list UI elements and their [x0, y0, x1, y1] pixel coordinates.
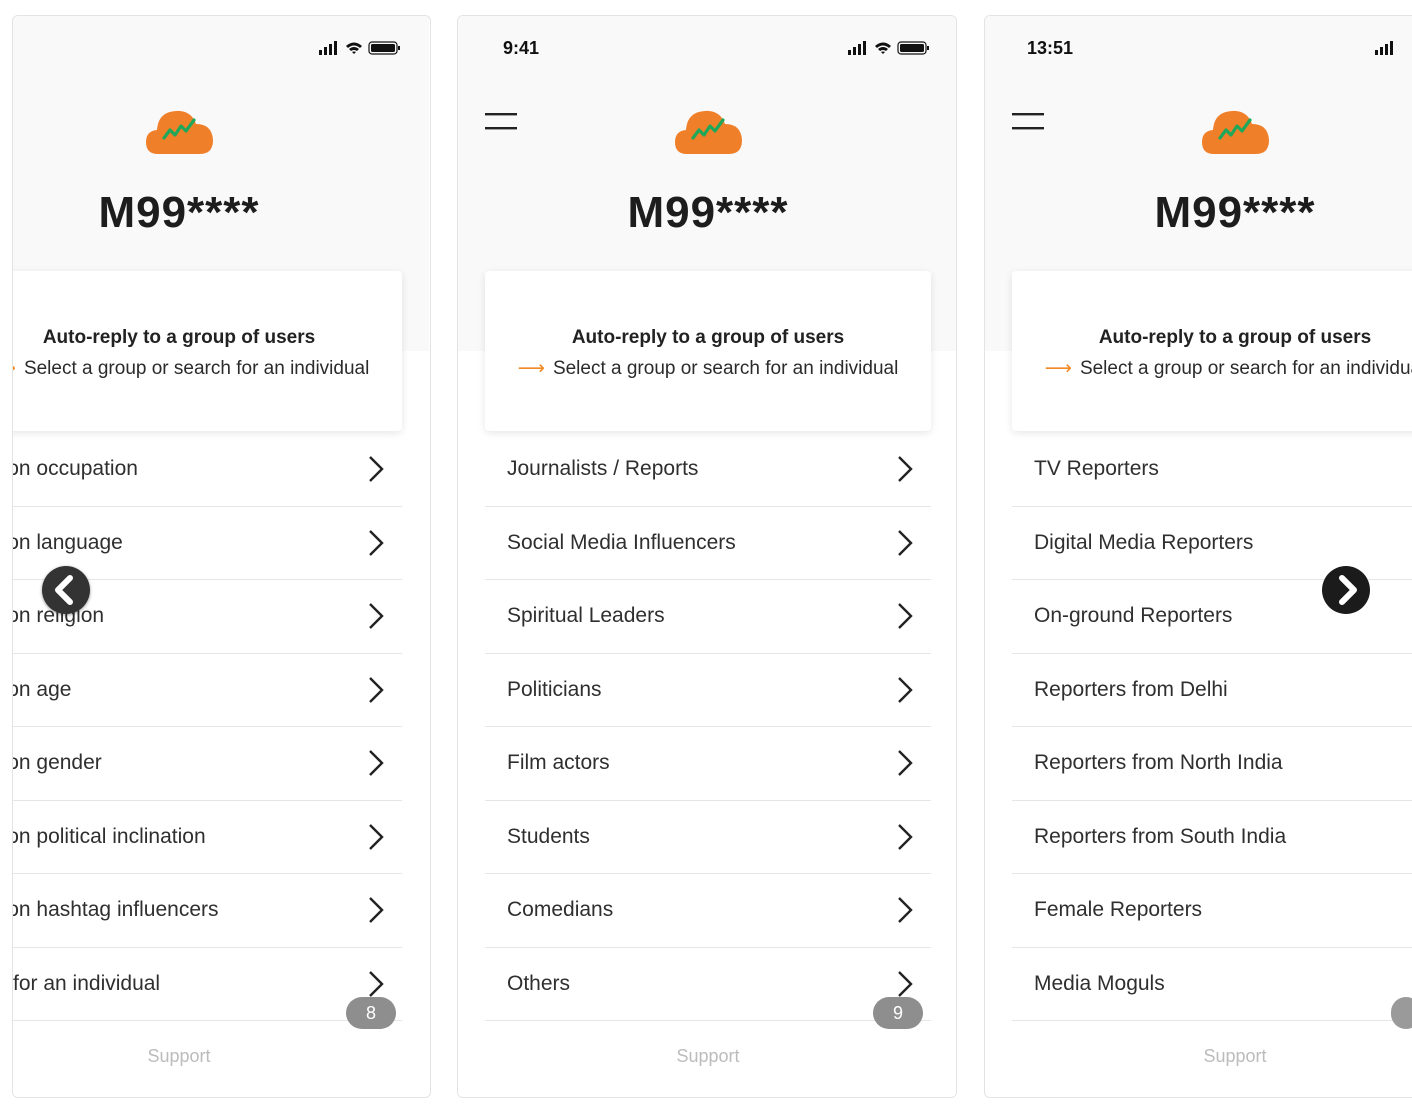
phone-frame-3: 13:51 M99**** Auto-reply to a group of u… [984, 15, 1412, 1098]
list-item[interactable]: Comedians [485, 874, 931, 948]
list-item[interactable]: ed on political inclination [13, 801, 402, 874]
auto-reply-card: Auto-reply to a group of users ⟶Select a… [13, 271, 402, 431]
chevron-right-icon [369, 676, 384, 703]
list-item[interactable]: Spiritual Leaders [485, 580, 931, 654]
chevron-right-icon [1339, 575, 1357, 605]
chevron-right-icon [369, 823, 384, 850]
chevron-right-icon [369, 897, 384, 923]
card-title: Auto-reply to a group of users [571, 327, 845, 348]
phone-frame-1: M99**** Auto-reply to a group of users ⟶… [12, 15, 431, 1098]
card-subtitle: ⟶Select a group or search for an individ… [517, 358, 899, 379]
support-link[interactable]: Support [985, 1046, 1412, 1067]
arrow-right-icon: ⟶ [13, 358, 16, 379]
cloud-logo-icon [675, 110, 742, 154]
card-subtitle: ⟶Select a group or search for an individ… [1044, 358, 1412, 379]
phone-frame-2: 9:41 M99**** Auto-reply to a group of us… [457, 15, 957, 1098]
brand-title: M99**** [627, 188, 789, 237]
group-list: ed on occupation ed on language ed on re… [13, 433, 402, 1021]
chevron-right-icon [898, 676, 913, 703]
cloud-logo-icon [1202, 110, 1269, 154]
list-item[interactable]: ed on hashtag influencers [13, 874, 402, 948]
brand-title: M99**** [98, 188, 260, 237]
list-item[interactable]: Politicians [485, 654, 931, 727]
chevron-right-icon [369, 750, 384, 776]
list-item[interactable]: Film actors [485, 727, 931, 801]
group-list: Journalists / Reports Social Media Influ… [485, 433, 931, 1021]
status-bar-icons [319, 41, 400, 55]
list-item[interactable]: Reporters from South India [1012, 801, 1412, 874]
hamburger-menu-icon[interactable] [1012, 111, 1044, 131]
page-number-badge: 8 [346, 997, 396, 1029]
hamburger-menu-icon[interactable] [485, 111, 517, 131]
carousel-prev-button[interactable] [42, 566, 90, 614]
chevron-right-icon [369, 456, 384, 482]
list-item[interactable]: ed on occupation [13, 433, 402, 507]
list-item[interactable]: Others [485, 948, 931, 1021]
list-item[interactable]: Female Reporters [1012, 874, 1412, 948]
page-number-badge-partial [1391, 997, 1412, 1029]
chevron-right-icon [898, 823, 913, 850]
chevron-right-icon [898, 897, 913, 923]
chevron-right-icon [369, 529, 384, 556]
chevron-right-icon [369, 970, 384, 997]
arrow-right-icon: ⟶ [517, 358, 545, 379]
list-item[interactable]: ed on gender [13, 727, 402, 801]
status-bar-icons [848, 41, 929, 55]
support-link[interactable]: Support [458, 1046, 956, 1067]
chevron-right-icon [369, 603, 384, 629]
list-item[interactable]: Students [485, 801, 931, 874]
status-time: 13:51 [1027, 38, 1074, 58]
list-item[interactable]: Media Moguls [1012, 948, 1412, 1021]
arrow-right-icon: ⟶ [1044, 358, 1072, 379]
auto-reply-card: Auto-reply to a group of users ⟶Select a… [485, 271, 931, 431]
list-item[interactable]: rch for an individual [13, 948, 402, 1021]
support-link[interactable]: Support [13, 1046, 429, 1067]
list-item[interactable]: Reporters from Delhi [1012, 654, 1412, 727]
list-item[interactable]: Reporters from North India [1012, 727, 1412, 801]
carousel-next-button[interactable] [1322, 566, 1370, 614]
list-item[interactable]: Social Media Influencers [485, 507, 931, 580]
list-item[interactable]: TV Reporters [1012, 433, 1412, 507]
chevron-right-icon [898, 970, 913, 997]
screen-1: M99**** Auto-reply to a group of users ⟶… [13, 16, 429, 1097]
card-title: Auto-reply to a group of users [42, 327, 316, 348]
chevron-right-icon [898, 456, 913, 482]
cloud-logo-icon [146, 110, 213, 154]
group-list: TV Reporters Digital Media Reporters On-… [1012, 433, 1412, 1021]
page-number-badge: 9 [873, 997, 923, 1029]
screen-3: 13:51 M99**** Auto-reply to a group of u… [985, 16, 1412, 1097]
status-bar-icons [1375, 41, 1393, 55]
chevron-right-icon [898, 529, 913, 556]
chevron-left-icon [55, 575, 73, 605]
status-time: 9:41 [503, 38, 540, 58]
chevron-right-icon [898, 603, 913, 629]
brand-title: M99**** [1154, 188, 1316, 237]
card-subtitle: ⟶Select a group or search for an individ… [13, 357, 402, 380]
auto-reply-card: Auto-reply to a group of users ⟶Select a… [1012, 271, 1412, 431]
card-title: Auto-reply to a group of users [1098, 327, 1372, 348]
list-item[interactable]: Journalists / Reports [485, 433, 931, 507]
list-item[interactable]: ed on age [13, 654, 402, 727]
chevron-right-icon [898, 750, 913, 776]
screen-2: 9:41 M99**** Auto-reply to a group of us… [458, 16, 956, 1097]
